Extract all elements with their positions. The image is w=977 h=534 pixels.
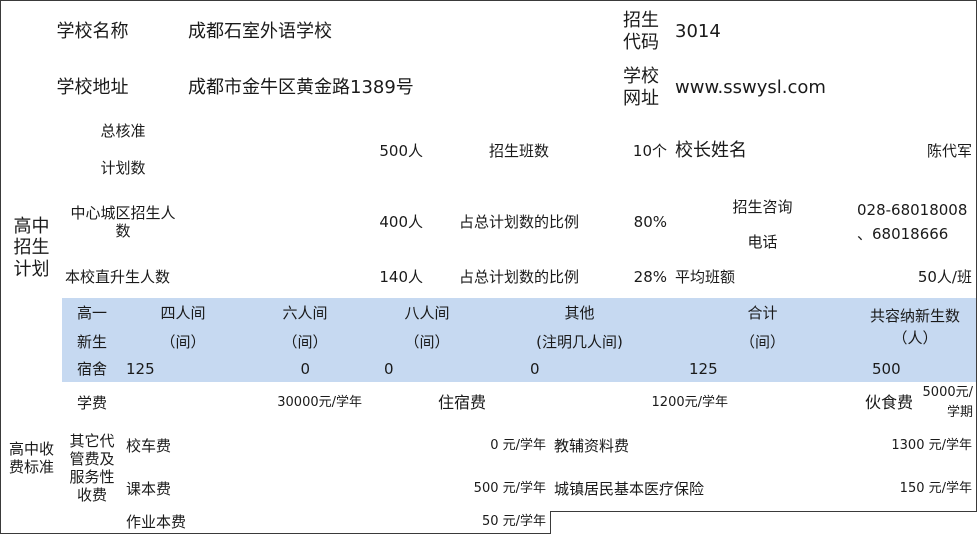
tuition-label: 学费 bbox=[62, 382, 123, 425]
bus-fee-label: 校车费 bbox=[122, 424, 306, 468]
direct-ratio: 28% bbox=[611, 256, 672, 299]
dorm-row-label-1: 高一 bbox=[62, 298, 123, 328]
dorm-value-4p: 125 bbox=[122, 356, 245, 383]
materials-fee-label: 教辅资料费 bbox=[550, 424, 795, 468]
website-label-line1: 学校 bbox=[623, 66, 659, 88]
insurance-fee-value: 150 元/学年 bbox=[794, 467, 977, 512]
avg-class-value: 50人/班 bbox=[854, 256, 977, 299]
code-label: 招生 代码 bbox=[611, 0, 672, 63]
dorm-row-label-2: 新生 bbox=[62, 327, 123, 357]
code-label-line1: 招生 bbox=[623, 9, 659, 31]
tuition-value: 30000元/学年 bbox=[122, 382, 367, 425]
central-label: 中心城区招生人数 bbox=[62, 187, 185, 257]
consult-label-top: 招生咨询 bbox=[671, 187, 855, 228]
principal-value: 陈代军 bbox=[854, 114, 977, 188]
classes-value: 10个 bbox=[611, 114, 672, 188]
central-ratio-label: 占总计划数的比例 bbox=[427, 187, 612, 257]
dorm-header-6p: 六人间 bbox=[244, 298, 367, 328]
principal-label: 校长姓名 bbox=[671, 114, 855, 188]
dorm-header-4p: 四人间 bbox=[122, 298, 245, 328]
avg-class-label: 平均班额 bbox=[671, 256, 855, 299]
classes-label: 招生班数 bbox=[427, 114, 612, 188]
school-website-link[interactable]: www.sswysl.com bbox=[671, 62, 977, 115]
other-fees-label-spacer bbox=[62, 511, 123, 534]
dorm-header-8p: 八人间 bbox=[366, 298, 489, 328]
dorm-sub-other: (注明几人间) bbox=[488, 327, 672, 357]
plan-section-label-line1: 高中 bbox=[13, 215, 50, 237]
website-label-line2: 网址 bbox=[623, 88, 659, 109]
meal-value-line2: 学期 bbox=[946, 405, 973, 420]
capacity-label: 共容纳新生数 （人） bbox=[854, 298, 977, 357]
plan-section-label: 高中 招生 计划 bbox=[0, 114, 63, 383]
lodging-label: 住宿费 bbox=[366, 382, 489, 425]
consult-label-bottom: 电话 bbox=[671, 227, 855, 257]
fees-section-label: 高中收费标准 bbox=[0, 382, 63, 534]
materials-fee-value: 1300 元/学年 bbox=[794, 424, 977, 468]
dorm-sub-4p: （间） bbox=[122, 327, 245, 357]
direct-label: 本校直升生人数 bbox=[62, 256, 185, 299]
capacity-label-line2: （人） bbox=[892, 329, 938, 347]
other-fees-label: 其它代管费及服务性收费 bbox=[62, 424, 123, 512]
dorm-value-other: 0 bbox=[488, 356, 672, 383]
dorm-sub-6p: （间） bbox=[244, 327, 367, 357]
meal-value: 5000元/ 学期 bbox=[915, 382, 977, 425]
school-code: 3014 bbox=[671, 0, 977, 63]
central-ratio: 80% bbox=[611, 187, 672, 257]
textbook-fee-label: 课本费 bbox=[122, 467, 306, 512]
consult-phone-2: 、68018666 bbox=[857, 224, 949, 243]
dorm-value-6p: 0 bbox=[244, 356, 367, 383]
workbook-fee-label: 作业本费 bbox=[122, 511, 306, 534]
workbook-fee-value: 50 元/学年 bbox=[305, 511, 551, 534]
direct-ratio-label: 占总计划数的比例 bbox=[427, 256, 612, 299]
dorm-value-total: 125 bbox=[671, 356, 855, 383]
code-label-line2: 代码 bbox=[623, 31, 659, 53]
total-plan-value: 500人 bbox=[184, 114, 428, 188]
consult-phone-1: 028-68018008 bbox=[857, 200, 968, 219]
lodging-value: 1200元/学年 bbox=[488, 382, 733, 425]
textbook-fee-value: 500 元/学年 bbox=[305, 467, 551, 512]
dorm-value-8p: 0 bbox=[366, 356, 489, 383]
plan-section-label-line2: 招生 bbox=[13, 237, 50, 259]
insurance-fee-label: 城镇居民基本医疗保险 bbox=[550, 467, 795, 512]
dorm-row-label-3: 宿舍 bbox=[62, 356, 123, 383]
central-value: 400人 bbox=[184, 187, 428, 257]
total-plan-label-top: 总核准 bbox=[62, 114, 185, 149]
website-label: 学校 网址 bbox=[611, 62, 672, 115]
meal-label: 伙食费 bbox=[732, 382, 916, 425]
school-name-label: 学校名称 bbox=[0, 0, 185, 63]
school-address: 成都市金牛区黄金路1389号 bbox=[184, 62, 612, 115]
dorm-sub-8p: （间） bbox=[366, 327, 489, 357]
capacity-label-line1: 共容纳新生数 bbox=[869, 307, 960, 325]
bus-fee-value: 0 元/学年 bbox=[305, 424, 551, 468]
capacity-value: 500 bbox=[854, 356, 977, 383]
direct-value: 140人 bbox=[184, 256, 428, 299]
school-address-label: 学校地址 bbox=[0, 62, 185, 115]
meal-value-line1: 5000元/ bbox=[922, 385, 973, 401]
total-plan-label-bottom: 计划数 bbox=[62, 148, 185, 188]
consult-phone: 028-68018008 、68018666 bbox=[854, 187, 977, 257]
plan-section-label-line3: 计划 bbox=[13, 258, 50, 280]
dorm-header-other: 其他 bbox=[488, 298, 672, 328]
dorm-sub-total: （间） bbox=[671, 327, 855, 357]
school-name: 成都石室外语学校 bbox=[184, 0, 612, 63]
dorm-header-total: 合计 bbox=[671, 298, 855, 328]
